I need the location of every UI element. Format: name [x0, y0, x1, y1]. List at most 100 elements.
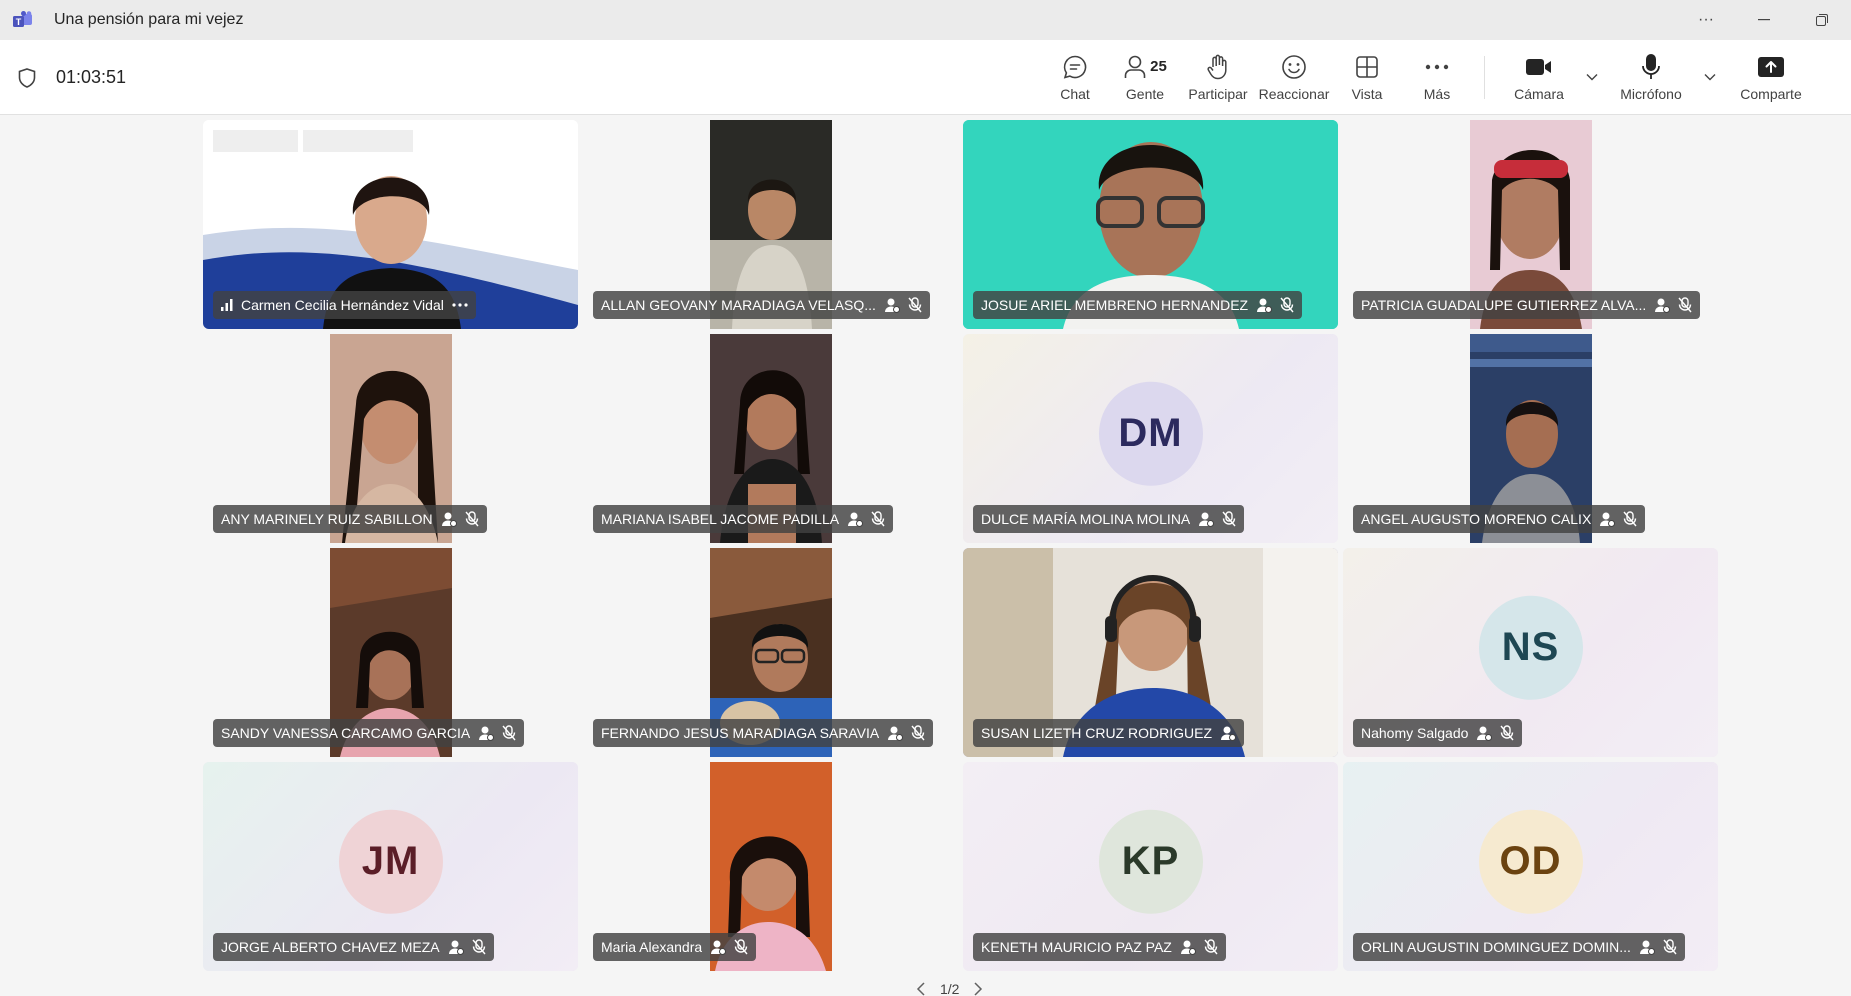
avatar: JM — [338, 809, 443, 914]
grid-pager: 1/2 — [916, 982, 983, 996]
participant-tile[interactable]: ALLAN GEOVANY MARADIAGA VELASQ... — [583, 120, 958, 329]
presenter-icon — [1221, 726, 1237, 741]
mic-off-icon — [1678, 297, 1692, 313]
participant-tile[interactable]: OD ORLIN AUGUSTIN DOMINGUEZ DOMIN... — [1343, 762, 1718, 971]
minimize-icon — [1758, 19, 1770, 21]
signal-strength-icon — [221, 299, 233, 311]
mic-off-icon — [1500, 725, 1514, 741]
chat-button[interactable]: Chat — [1040, 40, 1110, 115]
presenter-icon — [711, 940, 727, 955]
avatar-initials: KP — [1121, 838, 1180, 883]
grid-view-icon — [1356, 55, 1378, 78]
people-count-badge: 25 — [1150, 58, 1167, 75]
more-actions-button[interactable]: Más — [1402, 40, 1472, 115]
participant-tile-speaking[interactable]: SUSAN LIZETH CRUZ RODRIGUEZ — [963, 548, 1338, 757]
participant-tile[interactable]: Carmen Cecilia Hernández Vidal — [203, 120, 578, 329]
react-button[interactable]: Reaccionar — [1256, 40, 1332, 115]
presenter-icon — [448, 940, 464, 955]
raise-hand-button[interactable]: Participar — [1180, 40, 1256, 115]
participant-name: ALLAN GEOVANY MARADIAGA VELASQ... — [601, 297, 876, 313]
presenter-icon — [1639, 940, 1655, 955]
avatar: DM — [1098, 381, 1203, 486]
svg-text:T: T — [16, 17, 22, 27]
avatar: KP — [1098, 809, 1203, 914]
view-button[interactable]: Vista — [1332, 40, 1402, 115]
participant-name-label: ORLIN AUGUSTIN DOMINGUEZ DOMIN... — [1353, 933, 1685, 961]
participant-name-label: JOSUE ARIEL MEMBRENO HERNANDEZ — [973, 291, 1303, 319]
participant-tile[interactable]: MARIANA ISABEL JACOME PADILLA — [583, 334, 958, 543]
minimize-button[interactable] — [1735, 0, 1793, 40]
avatar-initials: DM — [1118, 410, 1183, 455]
shield-icon[interactable] — [18, 67, 36, 88]
participant-name-label: SUSAN LIZETH CRUZ RODRIGUEZ — [973, 719, 1245, 747]
mic-off-icon — [871, 511, 885, 527]
people-icon — [1124, 55, 1146, 78]
participant-name-label: Carmen Cecilia Hernández Vidal — [213, 291, 476, 319]
mic-off-icon — [502, 725, 516, 741]
participant-tile[interactable]: ANY MARINELY RUIZ SABILLON — [203, 334, 578, 543]
participant-name: ANY MARINELY RUIZ SABILLON — [221, 511, 433, 527]
page-indicator: 1/2 — [940, 982, 960, 996]
participant-name-label: ANY MARINELY RUIZ SABILLON — [213, 505, 487, 533]
participant-name-label: ANGEL AUGUSTO MORENO CALIX — [1353, 505, 1646, 533]
meeting-timer: 01:03:51 — [56, 67, 127, 87]
share-button[interactable]: Comparte — [1721, 40, 1821, 115]
share-screen-icon — [1758, 56, 1784, 77]
restore-icon — [1816, 14, 1828, 26]
raise-hand-label: Participar — [1188, 85, 1248, 102]
camera-options-button[interactable] — [1581, 38, 1603, 115]
participant-tile[interactable]: JOSUE ARIEL MEMBRENO HERNANDEZ — [963, 120, 1338, 329]
mic-off-icon — [1663, 939, 1677, 955]
mic-off-icon — [1623, 511, 1637, 527]
chevron-down-icon — [1704, 73, 1716, 80]
toolbar-divider — [1484, 56, 1485, 99]
participant-name: JOSUE ARIEL MEMBRENO HERNANDEZ — [981, 297, 1249, 313]
participant-name-label: MARIANA ISABEL JACOME PADILLA — [593, 505, 894, 533]
title-bar: T Una pensión para mi vejez ··· — [0, 0, 1851, 40]
chevron-left-icon[interactable] — [916, 982, 926, 996]
meeting-toolbar: 01:03:51 Chat 25 Gente Participar Reacci… — [0, 40, 1851, 115]
participant-name-label: PATRICIA GUADALUPE GUTIERREZ ALVA... — [1353, 291, 1701, 319]
avatar-initials: NS — [1501, 624, 1560, 669]
teams-logo-icon: T — [12, 9, 34, 31]
participant-tile[interactable]: FERNANDO JESUS MARADIAGA SARAVIA — [583, 548, 958, 757]
microphone-button[interactable]: Micrófono — [1603, 40, 1699, 115]
participant-name: Maria Alexandra — [601, 939, 703, 955]
share-label: Comparte — [1740, 85, 1802, 102]
participant-name: PATRICIA GUADALUPE GUTIERREZ ALVA... — [1361, 297, 1647, 313]
participant-name: SANDY VANESSA CARCAMO GARCIA — [221, 725, 471, 741]
participant-tile[interactable]: SANDY VANESSA CARCAMO GARCIA — [203, 548, 578, 757]
participant-tile[interactable]: ANGEL AUGUSTO MORENO CALIX — [1343, 334, 1718, 543]
participant-name: DULCE MARÍA MOLINA MOLINA — [981, 511, 1191, 527]
participant-tile[interactable]: Maria Alexandra — [583, 762, 958, 971]
participant-name-label: ALLAN GEOVANY MARADIAGA VELASQ... — [593, 291, 930, 319]
presenter-icon — [1655, 298, 1671, 313]
participant-name-label: Maria Alexandra — [593, 933, 757, 961]
participant-tile[interactable]: PATRICIA GUADALUPE GUTIERREZ ALVA... — [1343, 120, 1718, 329]
participant-tile[interactable]: NS Nahomy Salgado — [1343, 548, 1718, 757]
restore-button[interactable] — [1793, 0, 1851, 40]
mic-off-icon — [908, 297, 922, 313]
participant-name-label: DULCE MARÍA MOLINA MOLINA — [973, 505, 1245, 533]
participant-name: ANGEL AUGUSTO MORENO CALIX — [1361, 511, 1592, 527]
presenter-icon — [888, 726, 904, 741]
presenter-icon — [441, 512, 457, 527]
chevron-right-icon[interactable] — [973, 982, 983, 996]
participant-tile[interactable]: KP KENETH MAURICIO PAZ PAZ — [963, 762, 1338, 971]
camera-button[interactable]: Cámara — [1497, 40, 1581, 115]
people-button[interactable]: 25 Gente — [1110, 40, 1180, 115]
participant-tile[interactable]: DM DULCE MARÍA MOLINA MOLINA — [963, 334, 1338, 543]
participant-name: SUSAN LIZETH CRUZ RODRIGUEZ — [981, 725, 1213, 741]
participant-tile[interactable]: JM JORGE ALBERTO CHAVEZ MEZA — [203, 762, 578, 971]
window-more-button[interactable]: ··· — [1677, 0, 1735, 40]
more-dots-icon[interactable] — [452, 303, 468, 307]
participant-grid: Carmen Cecilia Hernández Vidal ALLAN GEO… — [203, 120, 1718, 972]
mic-off-icon — [1222, 511, 1236, 527]
participant-name: JORGE ALBERTO CHAVEZ MEZA — [221, 939, 440, 955]
react-label: Reaccionar — [1258, 85, 1330, 102]
mic-off-icon — [472, 939, 486, 955]
participant-name: Nahomy Salgado — [1361, 725, 1469, 741]
avatar: NS — [1478, 595, 1583, 700]
mic-options-button[interactable] — [1699, 38, 1721, 115]
mic-off-icon — [734, 939, 748, 955]
